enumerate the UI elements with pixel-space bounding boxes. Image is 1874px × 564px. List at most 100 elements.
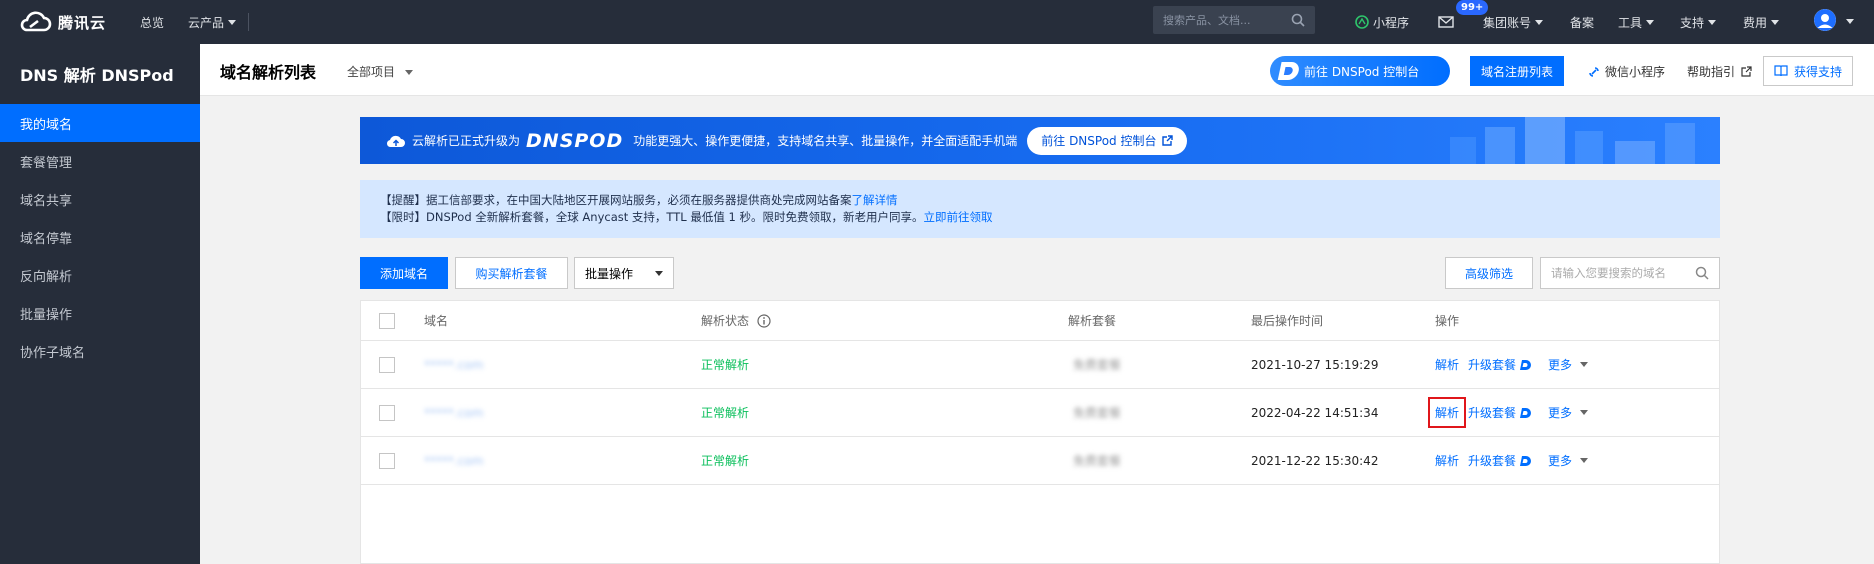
domain-name-link[interactable]: *****.com — [424, 341, 483, 388]
search-icon[interactable] — [1291, 13, 1305, 27]
sidebar-item-my-domains[interactable]: 我的域名 — [0, 104, 200, 142]
domain-register-list-button[interactable]: 域名注册列表 — [1470, 56, 1564, 86]
row-checkbox[interactable] — [379, 341, 395, 388]
checkbox[interactable] — [379, 452, 395, 469]
domain-search-input[interactable]: 请输入您要搜索的域名 — [1540, 257, 1720, 289]
get-support-button[interactable]: 获得支持 — [1763, 56, 1853, 86]
sidebar-item-batch[interactable]: 批量操作 — [0, 294, 200, 332]
info-icon[interactable] — [757, 313, 771, 328]
more-menu[interactable]: 更多 — [1548, 437, 1589, 484]
banner-goto-label: 前往 DNSPod 控制台 — [1041, 134, 1157, 148]
account-menu[interactable]: 集团账号 — [1483, 0, 1544, 44]
miniprogram-label: 小程序 — [1373, 15, 1410, 30]
external-link-icon — [1162, 135, 1174, 146]
upgrade-plan-label: 升级套餐 — [1468, 406, 1517, 420]
account-label: 集团账号 — [1483, 15, 1532, 30]
domain-search-placeholder: 请输入您要搜索的域名 — [1551, 266, 1666, 280]
search-icon[interactable] — [1695, 266, 1709, 280]
row-checkbox[interactable] — [379, 437, 395, 484]
global-search-input[interactable]: 搜索产品、文档... — [1153, 6, 1315, 34]
upgrade-plan-link[interactable]: 升级套餐 — [1468, 437, 1532, 484]
batch-operation-select[interactable]: 批量操作 — [574, 257, 674, 289]
resolve-link[interactable]: 解析 — [1435, 437, 1459, 484]
add-domain-button[interactable]: 添加域名 — [360, 257, 448, 289]
column-header-plan: 解析套餐 — [1068, 314, 1117, 328]
mail-icon — [1438, 16, 1454, 28]
batch-operation-label: 批量操作 — [585, 266, 634, 281]
wechat-miniprogram-link[interactable]: 微信小程序 — [1587, 63, 1665, 80]
sidebar-item-reverse-dns[interactable]: 反向解析 — [0, 256, 200, 294]
resolve-link-label[interactable]: 解析 — [1427, 397, 1467, 428]
sidebar-item-domain-parking[interactable]: 域名停靠 — [0, 218, 200, 256]
domain-name-link[interactable]: *****.com — [424, 437, 483, 484]
messages-button[interactable] — [1438, 0, 1454, 44]
page-title: 域名解析列表 — [220, 63, 317, 82]
dnspod-d-icon — [1520, 407, 1532, 418]
external-link-icon — [1741, 66, 1752, 77]
buy-plan-button[interactable]: 购买解析套餐 — [455, 257, 568, 289]
sidebar-item-plans[interactable]: 套餐管理 — [0, 142, 200, 180]
resolve-link[interactable]: 解析 — [1435, 341, 1459, 388]
advanced-filter-button[interactable]: 高级筛选 — [1445, 257, 1533, 289]
select-all-checkbox[interactable] — [379, 301, 395, 340]
nav-products[interactable]: 云产品 — [188, 14, 237, 31]
nav-products-label: 云产品 — [188, 15, 225, 30]
dnspod-brand-text: DNSPOD — [526, 129, 624, 152]
miniprogram-link[interactable]: 小程序 — [1355, 0, 1409, 44]
chevron-down-icon — [1535, 19, 1544, 25]
column-header-status-label: 解析状态 — [701, 314, 750, 328]
plan-text: 免费套餐 — [1073, 358, 1122, 372]
row-checkbox[interactable] — [379, 389, 395, 436]
domain-name-link[interactable]: *****.com — [424, 389, 483, 436]
sidebar-item-domain-share[interactable]: 域名共享 — [0, 180, 200, 218]
column-header-status: 解析状态 — [701, 301, 771, 340]
notice-box: 【提醒】据工信部要求，在中国大陆地区开展网站服务，必须在服务器提供商处完成网站备… — [360, 180, 1720, 238]
cloud-logo-icon — [20, 11, 52, 32]
tools-menu[interactable]: 工具 — [1618, 0, 1655, 44]
notice-text-2: 【限时】DNSPod 全新解析套餐，全球 Anycast 支持，TTL 最低值 … — [380, 210, 924, 224]
banner-illustration — [1450, 117, 1695, 164]
sidebar-item-subdomain[interactable]: 协作子域名 — [0, 332, 200, 370]
checkbox[interactable] — [379, 312, 395, 329]
nav-overview[interactable]: 总览 — [140, 14, 164, 31]
chevron-down-icon — [1580, 458, 1589, 463]
more-menu[interactable]: 更多 — [1548, 389, 1589, 436]
learn-more-link[interactable]: 了解详情 — [852, 193, 898, 207]
upgrade-plan-link[interactable]: 升级套餐 — [1468, 389, 1532, 436]
plan-text: 免费套餐 — [1073, 454, 1122, 468]
more-menu[interactable]: 更多 — [1548, 341, 1589, 388]
last-modified-time: 2021-12-22 15:30:42 — [1251, 453, 1379, 468]
goto-dnspod-button[interactable]: 前往 DNSPod 控制台 — [1270, 56, 1450, 86]
resolve-link-highlighted[interactable]: 解析 — [1427, 389, 1467, 436]
avatar[interactable] — [1814, 9, 1836, 31]
dnspod-d-icon — [1520, 359, 1532, 370]
more-label: 更多 — [1548, 454, 1573, 468]
project-label: 全部项目 — [347, 65, 396, 79]
chevron-down-icon — [655, 270, 663, 276]
upgrade-plan-label: 升级套餐 — [1468, 358, 1517, 372]
project-select[interactable]: 全部项目 — [347, 63, 414, 80]
help-label: 帮助指引 — [1687, 65, 1736, 79]
more-label: 更多 — [1548, 358, 1573, 372]
chevron-down-icon[interactable] — [1846, 19, 1854, 24]
support-menu[interactable]: 支持 — [1680, 0, 1717, 44]
brand-logo[interactable]: 腾讯云 — [18, 11, 130, 33]
column-header-actions: 操作 — [1435, 314, 1460, 328]
miniprogram-icon — [1355, 15, 1369, 29]
dnspod-d-icon — [1520, 455, 1532, 466]
checkbox[interactable] — [379, 404, 395, 421]
claim-now-link[interactable]: 立即前往领取 — [923, 210, 992, 224]
checkbox[interactable] — [379, 356, 395, 373]
column-header-time: 最后操作时间 — [1251, 314, 1324, 328]
chevron-down-icon — [1580, 410, 1589, 415]
last-modified-time: 2021-10-27 15:19:29 — [1251, 357, 1379, 372]
sidebar: DNS 解析 DNSPod 我的域名 套餐管理 域名共享 域名停靠 反向解析 批… — [0, 44, 200, 564]
table-header-row: 域名 解析状态 解析套餐 最后操作时间 操作 — [361, 301, 1719, 341]
goto-dnspod-label: 前往 DNSPod 控制台 — [1304, 64, 1420, 79]
beian-link[interactable]: 备案 — [1570, 0, 1594, 44]
banner-goto-dnspod-button[interactable]: 前往 DNSPod 控制台 — [1027, 126, 1188, 155]
billing-menu[interactable]: 费用 — [1743, 0, 1780, 44]
help-link[interactable]: 帮助指引 — [1687, 63, 1752, 80]
more-label: 更多 — [1548, 406, 1573, 420]
upgrade-plan-link[interactable]: 升级套餐 — [1468, 341, 1532, 388]
